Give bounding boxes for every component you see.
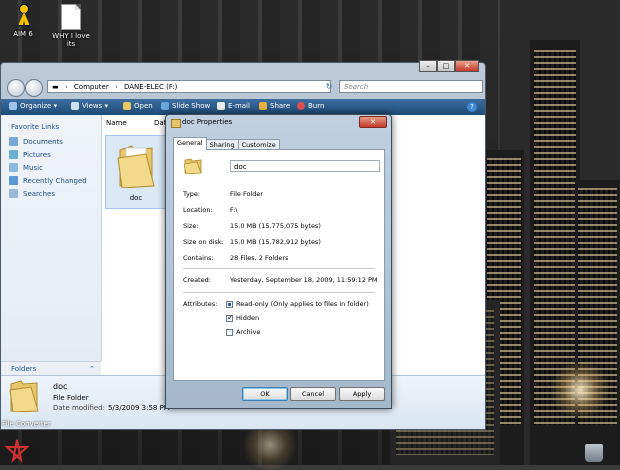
organize-icon [9, 102, 17, 110]
cancel-button[interactable]: Cancel [290, 387, 336, 401]
breadcrumb-drive[interactable]: DANE-ELEC (F:) [124, 83, 177, 91]
folders-toggle[interactable]: Folders ⌃ [1, 361, 101, 375]
properties-dialog: doc Properties ✕ General Sharing Customi… [165, 114, 392, 409]
favorite-link-recently-changed[interactable]: Recently Changed [1, 174, 101, 187]
readonly-checkbox[interactable]: Read-only (Only applies to files in fold… [226, 300, 369, 308]
pictures-icon [9, 150, 18, 159]
forward-button[interactable] [25, 79, 43, 97]
checkbox-unchecked-icon [226, 328, 233, 336]
folder-icon [184, 158, 202, 174]
desktop-icon-label[interactable]: File Converter [2, 420, 51, 428]
burn-button[interactable]: Burn [297, 102, 324, 110]
favorite-links-title: Favorite Links [11, 123, 60, 131]
apply-button[interactable]: Apply [339, 387, 385, 401]
favorite-link-music[interactable]: Music [1, 161, 101, 174]
folder-item-label: doc [129, 194, 143, 202]
window-controls: – □ ✕ [419, 60, 479, 72]
dialog-tabs: General Sharing Customize [173, 137, 280, 150]
dialog-close-button[interactable]: ✕ [359, 116, 387, 128]
refresh-icon[interactable]: ↻ [323, 80, 335, 93]
tab-general[interactable]: General [173, 137, 207, 150]
views-icon [71, 102, 79, 110]
light-glow [550, 360, 610, 420]
folder-name-field[interactable]: doc [230, 160, 380, 172]
folder-icon [171, 119, 181, 128]
back-button[interactable] [7, 79, 25, 97]
general-panel: doc Type: File Folder Location: F:\ Size: 1… [173, 149, 385, 381]
aim-icon [12, 4, 34, 28]
recently-changed-icon [9, 176, 18, 185]
favorite-link-pictures[interactable]: Pictures [1, 148, 101, 161]
folder-item-doc[interactable]: doc [105, 135, 167, 209]
open-icon [123, 102, 131, 110]
tower [575, 180, 620, 465]
column-name[interactable]: Name [106, 119, 127, 127]
recycle-bin-icon[interactable] [585, 444, 603, 462]
favorite-link-documents[interactable]: Documents [1, 135, 101, 148]
navigation-pane: Favorite Links Documents Pictures Music … [1, 115, 102, 361]
details-name: doc [53, 382, 68, 391]
navigation-bar: ▬ › Computer › DANE-ELEC (F:) ↻ Search [5, 77, 483, 97]
details-type: File Folder [53, 394, 89, 402]
help-icon[interactable]: ? [467, 102, 477, 112]
details-modified: Date modified: 5/3/2009 3:58 PM [53, 404, 170, 412]
text-document-icon [61, 4, 81, 30]
search-input[interactable]: Search [339, 80, 483, 93]
desktop-icon-aim[interactable]: AIM 6 [0, 4, 46, 38]
checkbox-indeterminate-icon [226, 300, 233, 308]
burn-icon [297, 102, 305, 110]
slide-show-icon [161, 102, 169, 110]
close-button[interactable]: ✕ [455, 60, 479, 72]
archive-checkbox[interactable]: Archive [226, 328, 260, 336]
email-icon [217, 102, 225, 110]
computer-icon: ▬ [52, 83, 59, 91]
folder-icon [117, 145, 155, 188]
desktop-icon-text-file[interactable]: WHY I love its [48, 4, 94, 48]
searches-icon [9, 189, 18, 198]
folder-icon [9, 380, 39, 412]
address-bar[interactable]: ▬ › Computer › DANE-ELEC (F:) [47, 80, 331, 93]
divider [183, 268, 375, 269]
checkbox-checked-icon [226, 313, 234, 322]
command-toolbar: Organize ▾ Views ▾ Open Slide Show E-mai… [1, 99, 485, 115]
dialog-buttons: OK Cancel Apply [166, 387, 391, 401]
minimize-button[interactable]: – [419, 60, 437, 72]
divider [183, 292, 375, 293]
dialog-title: doc Properties [182, 118, 233, 126]
share-icon [259, 102, 267, 110]
slide-show-button[interactable]: Slide Show [161, 102, 210, 110]
breadcrumb-computer[interactable]: Computer [74, 83, 109, 91]
ok-button[interactable]: OK [242, 387, 288, 401]
hidden-checkbox[interactable]: Hidden [226, 313, 259, 322]
documents-icon [9, 137, 18, 146]
open-button[interactable]: Open [123, 102, 153, 110]
favorite-links-list: Documents Pictures Music Recently Change… [1, 135, 101, 200]
maximize-button[interactable]: □ [437, 60, 455, 72]
file-converter-icon[interactable] [4, 438, 30, 464]
desktop-icon-label: AIM 6 [13, 30, 33, 38]
organize-button[interactable]: Organize ▾ [9, 102, 57, 110]
desktop-icon-label: WHY I love its [52, 32, 90, 48]
email-button[interactable]: E-mail [217, 102, 250, 110]
music-icon [9, 163, 18, 172]
chevron-up-icon: ⌃ [89, 365, 95, 373]
favorite-link-searches[interactable]: Searches [1, 187, 101, 200]
share-button[interactable]: Share [259, 102, 290, 110]
views-button[interactable]: Views ▾ [71, 102, 108, 110]
